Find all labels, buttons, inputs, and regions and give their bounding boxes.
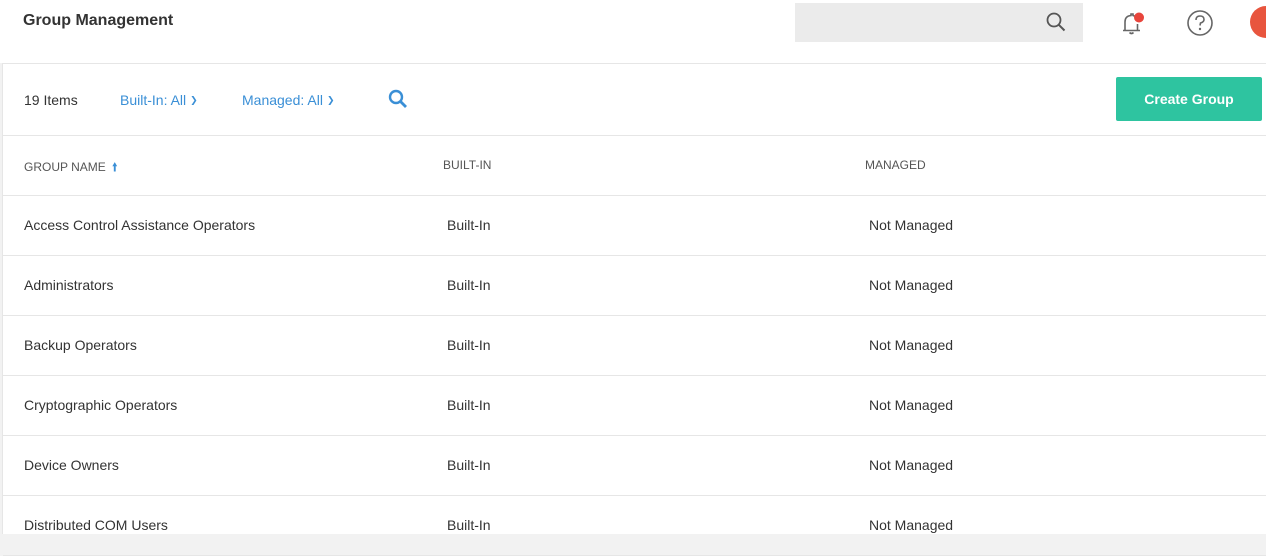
managed-filter-label: Managed: All: [242, 92, 323, 108]
table-row[interactable]: Distributed COM Users Built-In Not Managed: [3, 496, 1266, 556]
item-count: 19 Items: [24, 92, 78, 108]
table-row[interactable]: Administrators Built-In Not Managed: [3, 256, 1266, 316]
page-title: Group Management: [23, 12, 174, 29]
create-group-button[interactable]: Create Group: [1116, 77, 1262, 121]
managed-cell: Not Managed: [869, 217, 954, 233]
builtin-cell: Built-In: [447, 277, 491, 293]
column-header-builtin[interactable]: BUILT-IN: [443, 158, 491, 172]
group-name-cell: Backup Operators: [24, 337, 137, 353]
notification-dot: [1134, 12, 1144, 23]
top-bar: Group Management: [0, 0, 1266, 63]
column-header-managed[interactable]: MANAGED: [865, 158, 926, 172]
builtin-cell: Built-In: [447, 397, 491, 413]
builtin-filter-label: Built-In: All: [120, 92, 187, 108]
managed-filter-dropdown[interactable]: Managed: All ❯: [242, 92, 335, 108]
group-name-cell: Cryptographic Operators: [24, 397, 178, 413]
help-icon[interactable]: [1185, 8, 1215, 38]
managed-cell: Not Managed: [869, 277, 954, 293]
column-header-group-name[interactable]: GROUP NAME 🠙: [24, 158, 118, 179]
group-name-cell: Device Owners: [24, 457, 119, 473]
group-name-cell: Access Control Assistance Operators: [24, 217, 256, 233]
table-row[interactable]: Backup Operators Built-In Not Managed: [3, 316, 1266, 376]
table-row[interactable]: Device Owners Built-In Not Managed: [3, 436, 1266, 496]
search-icon[interactable]: [1045, 11, 1067, 33]
global-search-box[interactable]: [795, 3, 1083, 42]
group-name-cell: Distributed COM Users: [24, 517, 168, 533]
builtin-cell: Built-In: [447, 217, 491, 233]
builtin-cell: Built-In: [447, 517, 491, 533]
builtin-cell: Built-In: [447, 457, 491, 473]
managed-cell: Not Managed: [869, 337, 954, 353]
chevron-down-icon: ❯: [190, 95, 198, 105]
avatar[interactable]: [1250, 6, 1266, 38]
table-row[interactable]: Access Control Assistance Operators Built…: [3, 196, 1266, 256]
chevron-down-icon: ❯: [326, 95, 335, 105]
managed-cell: Not Managed: [869, 457, 954, 473]
table-header: GROUP NAME 🠙 BUILT-IN MANAGED: [3, 136, 1266, 196]
groups-panel: 19 Items Built-In: All ❯ Managed: All ❯ Cr…: [2, 63, 1266, 556]
managed-cell: Not Managed: [869, 397, 954, 413]
bell-icon[interactable]: [1117, 8, 1147, 38]
column-header-label: GROUP NAME: [24, 160, 106, 174]
table-row[interactable]: Cryptographic Operators Built-In Not Manag…: [3, 376, 1266, 436]
group-name-cell: Administrators: [24, 277, 114, 293]
table-search-icon[interactable]: [387, 88, 409, 110]
builtin-cell: Built-In: [447, 337, 491, 353]
builtin-filter-dropdown[interactable]: Built-In: All ❯: [120, 92, 198, 108]
table-toolbar: 19 Items Built-In: All ❯ Managed: All ❯ Cr…: [3, 64, 1266, 136]
managed-cell: Not Managed: [869, 517, 954, 533]
sort-arrow-icon: 🠙: [111, 160, 118, 174]
